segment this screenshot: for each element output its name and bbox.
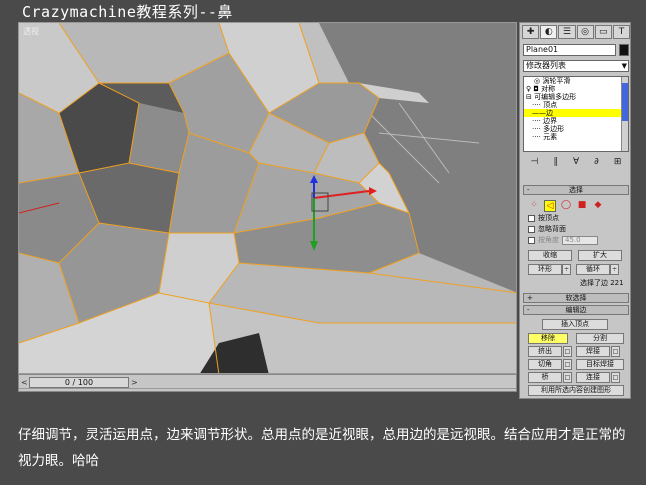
weld-settings-button[interactable]: □ [611,346,620,357]
object-color-swatch[interactable] [619,44,629,56]
tab-create[interactable]: ✚ [522,25,540,39]
connect-button[interactable]: 连接 [576,372,610,383]
by-vertex-row[interactable]: 按顶点 [528,214,559,223]
vertex-mode-icon[interactable]: ⁘ [528,200,540,212]
stack-item-vertex[interactable]: ···· 顶点 [524,101,628,109]
bridge-button[interactable]: 桥 [528,372,562,383]
tab-hierarchy[interactable]: ☰ [558,25,576,39]
tab-utilities[interactable]: T [612,25,630,39]
polygon-mode-icon[interactable]: ■ [576,200,588,212]
shrink-button[interactable]: 收缩 [528,250,572,261]
stack-item-turbosmooth[interactable]: ◎ 涡轮平滑 [524,77,628,85]
timeline-prev-icon[interactable]: < [21,378,28,387]
subobject-icons: ⁘ ◁ ◯ ■ ◆ [528,200,624,212]
stack-item-polygon[interactable]: ···· 多边形 [524,125,628,133]
object-name-field[interactable]: Plane01 [523,44,616,56]
modifier-stack[interactable]: ◎ 涡轮平滑 ♀ ◘ 对称 ⊟ 可编辑多边形 ···· 顶点 ——边 ···· … [523,76,629,152]
timeline-next-icon[interactable]: > [131,378,138,387]
page-title: Crazymachine教程系列--鼻 [22,3,233,21]
border-mode-icon[interactable]: ◯ [560,200,572,212]
stack-item-editable-poly[interactable]: ⊟ 可编辑多边形 [524,93,628,101]
by-angle-row[interactable]: 按角度 45.0 [528,236,598,245]
time-slider[interactable]: 0 / 100 [29,377,129,388]
chamfer-button[interactable]: 切角 [528,359,562,370]
chevron-down-icon: ▼ [621,62,627,70]
grow-button[interactable]: 扩大 [578,250,622,261]
ring-spinner[interactable]: ÷ [562,264,571,275]
mesh-render [19,23,516,373]
selection-rollout-header[interactable]: - 选择 [523,185,629,195]
configure-sets-icon[interactable]: ⊞ [614,156,622,168]
stack-item-element[interactable]: ···· 元素 [524,133,628,141]
stack-toolbar: ⊣ ∥ ∀ ∂ ⊞ [523,156,629,168]
extrude-settings-button[interactable]: □ [563,346,572,357]
perspective-viewport[interactable]: 透视 [18,22,517,374]
loop-spinner[interactable]: ÷ [610,264,619,275]
extrude-button[interactable]: 挤出 [528,346,562,357]
create-shape-button[interactable]: 利用所选内容创建图形 [528,385,624,396]
target-weld-button[interactable]: 目标焊接 [576,359,624,370]
tab-motion[interactable]: ◎ [576,25,594,39]
stack-item-border[interactable]: ···· 边界 [524,117,628,125]
stack-scroll-thumb[interactable] [622,83,628,121]
command-panel: ✚ ◐ ☰ ◎ ▭ T Plane01 修改器列表 ▼ ◎ 涡轮平滑 ♀ ◘ 对… [519,22,631,399]
ring-button[interactable]: 环形 [528,264,562,275]
viewport-label: 透视 [23,27,39,36]
weld-button[interactable]: 焊接 [576,346,610,357]
modifier-list-label: 修改器列表 [526,61,566,70]
modifier-list-dropdown[interactable]: 修改器列表 ▼ [523,60,629,72]
tab-display[interactable]: ▭ [594,25,612,39]
insert-vertex-button[interactable]: 插入顶点 [542,319,608,330]
make-unique-icon[interactable]: ∀ [573,156,579,168]
screenshot-root: Crazymachine教程系列--鼻 透视 < 0 / 100 > ✚ ◐ ☰… [0,0,646,485]
pin-stack-icon[interactable]: ⊣ [531,156,539,168]
tab-modify[interactable]: ◐ [540,25,558,39]
timeline[interactable]: < 0 / 100 > [18,374,517,392]
by-angle-checkbox[interactable] [528,237,535,244]
connect-settings-button[interactable]: □ [611,372,620,383]
element-mode-icon[interactable]: ◆ [592,200,604,212]
by-vertex-checkbox[interactable] [528,215,535,222]
stack-item-edge[interactable]: ——边 [524,109,628,117]
show-end-result-icon[interactable]: ∥ [553,156,558,168]
edge-mode-icon[interactable]: ◁ [544,200,556,212]
selection-status: 选择了边 221 [580,279,624,287]
soft-selection-rollout-header[interactable]: + 软选择 [523,293,629,303]
remove-modifier-icon[interactable]: ∂ [594,156,599,168]
tutorial-caption: 仔细调节，灵活运用点，边来调节形状。总用点的是近视眼，总用边的是远视眼。结合应用… [18,427,626,469]
chamfer-settings-button[interactable]: □ [563,359,572,370]
bridge-settings-button[interactable]: □ [563,372,572,383]
loop-button[interactable]: 循环 [576,264,610,275]
ignore-backfacing-row[interactable]: 忽略背面 [528,225,566,234]
remove-button[interactable]: 移除 [528,333,568,344]
stack-item-symmetry[interactable]: ♀ ◘ 对称 [524,85,628,93]
stack-scrollbar[interactable] [621,77,628,151]
edit-edges-rollout-header[interactable]: - 编辑边 [523,305,629,315]
ignore-backfacing-checkbox[interactable] [528,226,535,233]
angle-spinner[interactable]: 45.0 [562,236,598,245]
command-panel-tabs: ✚ ◐ ☰ ◎ ▭ T [522,25,630,39]
split-button[interactable]: 分割 [576,333,624,344]
timeline-ruler [19,388,516,391]
